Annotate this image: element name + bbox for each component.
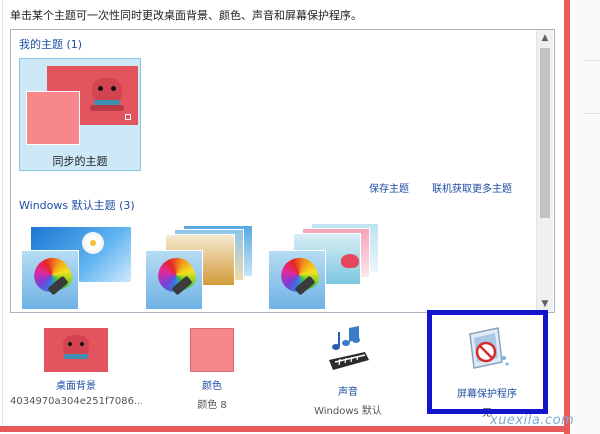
monster-mouth [94,100,120,105]
instruction-text: 单击某个主题可一次性同时更改桌面背景、颜色、声音和屏幕保护程序。 [10,9,362,22]
screen-saver-highlight-box [427,310,548,414]
color-label: 颜色 [202,381,222,392]
background-divider [584,113,600,114]
background-divider [584,60,600,61]
windows-themes-group-title: Windows 默认主题 (3) [19,199,135,212]
daisy-center [90,240,96,246]
color-value: 颜色 8 [197,400,227,411]
sound-notes-icon [329,326,369,370]
desktop-background-label: 桌面背景 [56,381,96,392]
watermark: xuexila.com [490,413,575,428]
theme-label: 同步的主题 [52,155,108,168]
theme-list-scrollbar[interactable]: ▲ ▼ [536,30,553,312]
theme-tile-synced[interactable]: 同步的主题 [19,58,141,171]
window-frame-bottom [0,426,570,432]
windows-theme-tile-3[interactable] [268,223,380,311]
my-themes-group-title: 我的主题 (1) [19,38,83,51]
theme-glyph-icon [125,114,131,120]
monster-jaw [90,105,124,111]
sound-button[interactable]: 声音 Windows 默认 [292,326,404,417]
theme-color-swatch [26,91,80,145]
save-theme-link[interactable]: 保存主题 [369,180,409,195]
desktop-background-value: 4034970a304e251f7086... [10,396,142,407]
theme-list[interactable]: 我的主题 (1) 同步的主题 保存主题 联机获取更多主题 Windows 默认主… [10,29,555,313]
windows-theme-tile-1[interactable] [21,223,133,311]
monster-mouth [64,354,88,359]
color-button[interactable]: 颜色 颜色 8 [162,326,262,411]
theme-color-swatch [268,250,326,310]
scroll-up-arrow-icon[interactable]: ▲ [537,30,553,46]
desktop-background-button[interactable]: 桌面背景 4034970a304e251f7086... [10,326,142,407]
flower-icon [341,254,359,268]
get-more-themes-link[interactable]: 联机获取更多主题 [432,180,512,195]
sound-label: 声音 [338,387,358,398]
theme-color-swatch [145,250,203,310]
window-left-edge [0,0,3,426]
wallpaper-thumbnail-icon [44,328,108,372]
theme-color-swatch [21,250,79,310]
scroll-thumb[interactable] [540,48,550,218]
background-window-strip [572,0,600,434]
window-frame-right [564,0,570,434]
sound-value: Windows 默认 [314,406,382,417]
color-swatch-icon [190,328,234,372]
windows-theme-tile-2[interactable] [145,223,257,311]
